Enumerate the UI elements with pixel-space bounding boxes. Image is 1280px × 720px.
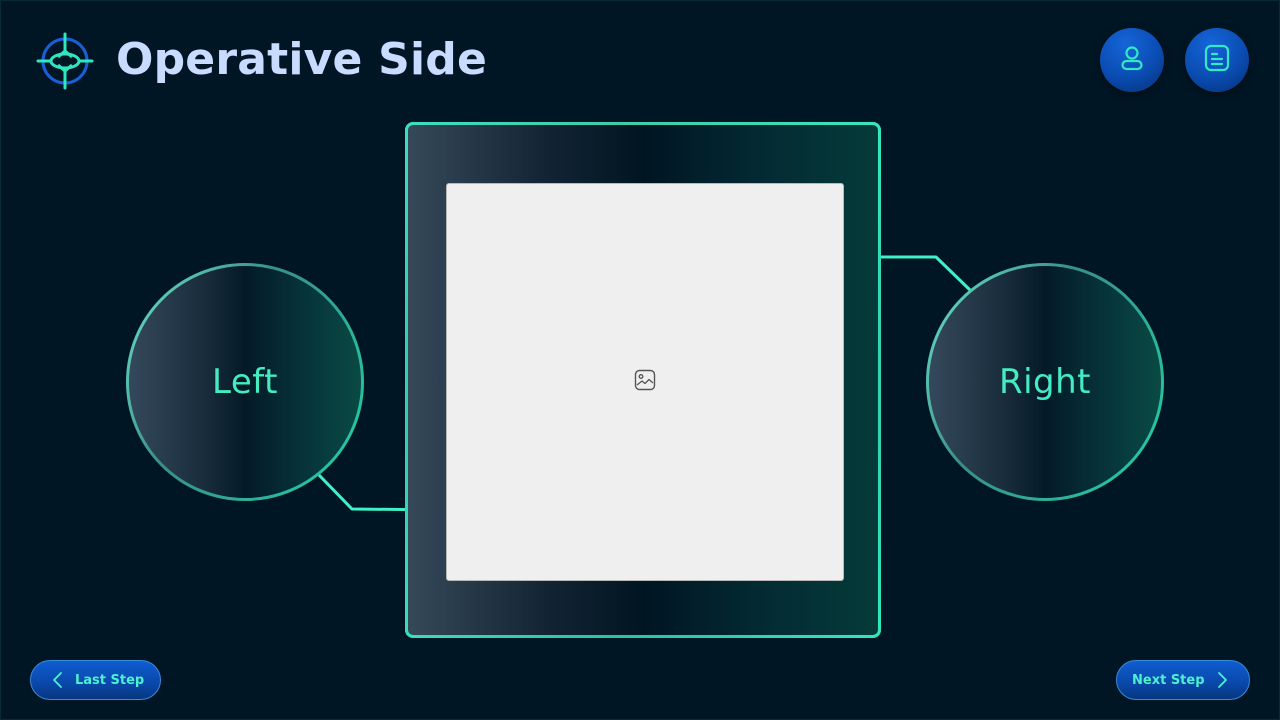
notes-button[interactable] [1185,28,1249,92]
target-compass-icon [36,32,94,90]
next-step-button[interactable]: Next Step [1116,660,1250,700]
chevron-left-icon [51,671,65,689]
image-icon [634,369,656,396]
chevron-right-icon [1215,671,1229,689]
page-title: Operative Side [116,34,487,85]
next-step-label: Next Step [1132,672,1205,688]
last-step-label: Last Step [75,672,145,688]
document-list-icon [1202,43,1232,78]
profile-button[interactable] [1100,28,1164,92]
last-step-button[interactable]: Last Step [30,660,161,700]
right-option[interactable]: Right [926,263,1164,501]
image-placeholder[interactable] [446,183,844,581]
right-option-label: Right [998,362,1092,402]
user-icon [1117,43,1147,78]
left-option-label: Left [212,362,278,402]
left-option[interactable]: Left [126,263,364,501]
